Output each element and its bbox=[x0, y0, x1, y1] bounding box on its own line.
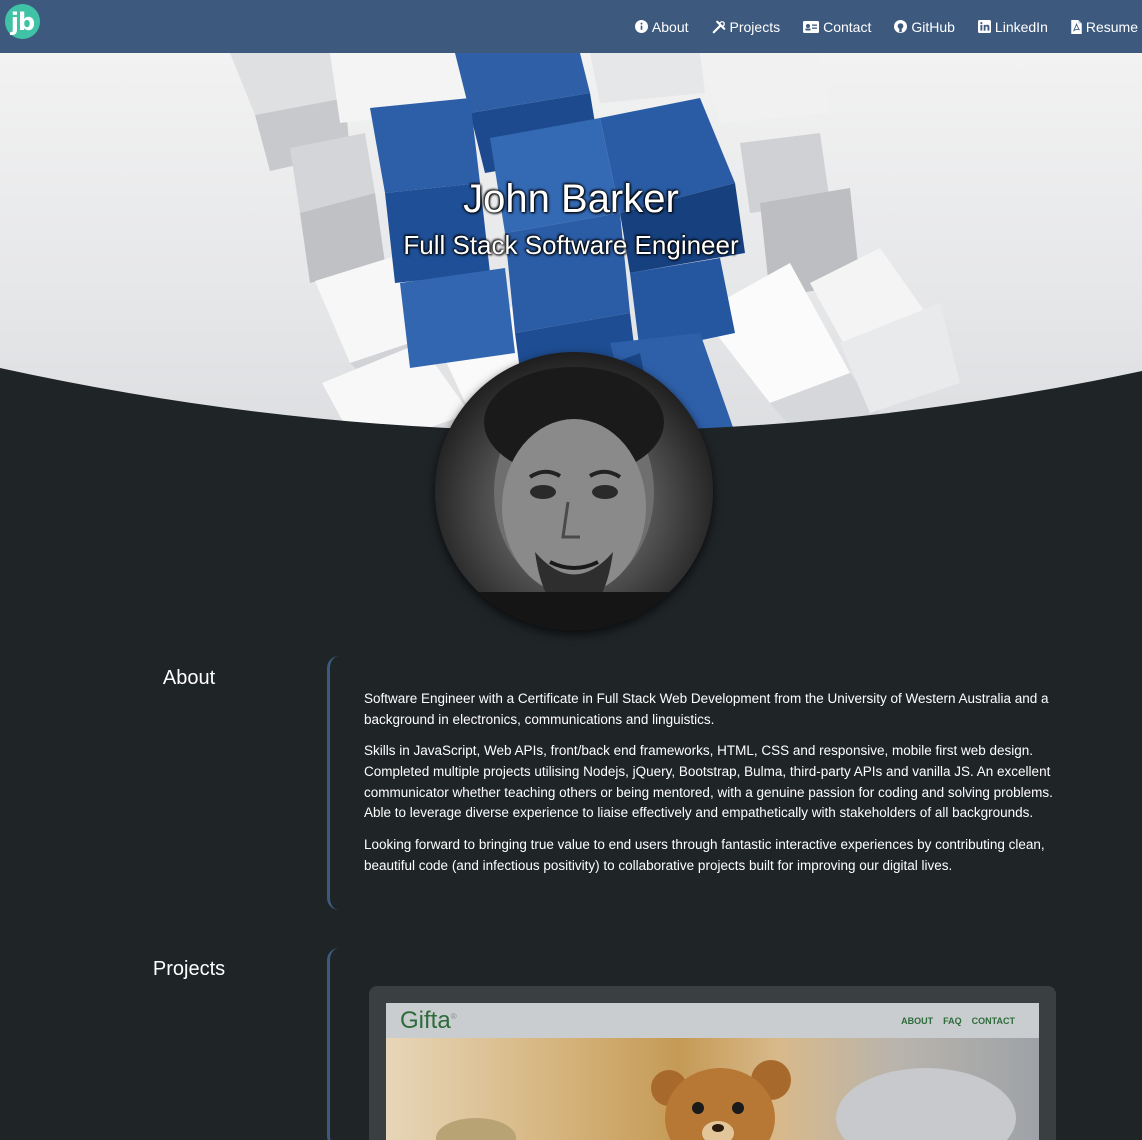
github-icon bbox=[894, 20, 908, 33]
info-circle-icon bbox=[634, 20, 648, 33]
nav-links: About Projects Contact GitHub LinkedIn R… bbox=[612, 0, 1138, 53]
about-paragraph-3: Looking forward to bringing true value t… bbox=[364, 836, 1045, 873]
projects-heading: Projects bbox=[152, 958, 226, 980]
about-paragraph-2: Skills in JavaScript, Web APIs, front/ba… bbox=[364, 743, 1053, 821]
nav-link-about[interactable]: About bbox=[634, 18, 689, 35]
nav-link-github[interactable]: GitHub bbox=[894, 19, 955, 35]
project-nav: ABOUT FAQ CONTACT bbox=[891, 1016, 1015, 1026]
nav-link-label: LinkedIn bbox=[994, 18, 1048, 35]
project-screenshot-header: Gifta® ABOUT FAQ CONTACT bbox=[386, 1003, 1039, 1038]
teddy-bear-image bbox=[436, 1060, 1016, 1140]
about-text: Software Engineer with a Certificate in … bbox=[364, 689, 1064, 887]
project-screenshot[interactable]: Gifta® ABOUT FAQ CONTACT bbox=[386, 1003, 1039, 1140]
logo[interactable]: jb bbox=[5, 4, 40, 39]
registered-icon: ® bbox=[450, 1012, 457, 1021]
profile-face-image bbox=[435, 367, 713, 630]
nav-link-contact[interactable]: Contact bbox=[803, 19, 871, 35]
nav-link-projects[interactable]: Projects bbox=[712, 18, 781, 35]
pdf-file-icon bbox=[1071, 19, 1082, 34]
about-paragraph-1: Software Engineer with a Certificate in … bbox=[364, 691, 1049, 727]
nav-link-label: Resume bbox=[1085, 18, 1138, 35]
about-bracket bbox=[327, 656, 341, 910]
project-nav-item: FAQ bbox=[943, 1016, 962, 1026]
profile-photo bbox=[435, 352, 713, 630]
id-card-icon bbox=[803, 20, 820, 33]
nav-link-label: Contact bbox=[823, 18, 872, 35]
nav-link-resume[interactable]: Resume bbox=[1071, 19, 1138, 35]
project-brand: Gifta® bbox=[400, 1007, 457, 1034]
nav-link-linkedin[interactable]: LinkedIn bbox=[977, 18, 1048, 35]
nav-link-label: About bbox=[651, 18, 689, 35]
project-nav-item: CONTACT bbox=[971, 1016, 1015, 1026]
nav-link-label: GitHub bbox=[911, 18, 955, 35]
about-heading: About bbox=[162, 667, 216, 689]
hero-subtitle: Full Stack Software Engineer bbox=[403, 230, 739, 260]
linkedin-icon bbox=[977, 20, 991, 33]
project-hero-photo bbox=[386, 1038, 1039, 1140]
project-nav-item: ABOUT bbox=[901, 1016, 934, 1026]
nav-link-label: Projects bbox=[729, 18, 781, 35]
hero-name: John Barker bbox=[463, 177, 679, 221]
projects-bracket bbox=[327, 948, 341, 1140]
top-navbar: jb About Projects Contact GitHub LinkedI… bbox=[0, 0, 1142, 53]
tools-icon bbox=[712, 20, 725, 33]
